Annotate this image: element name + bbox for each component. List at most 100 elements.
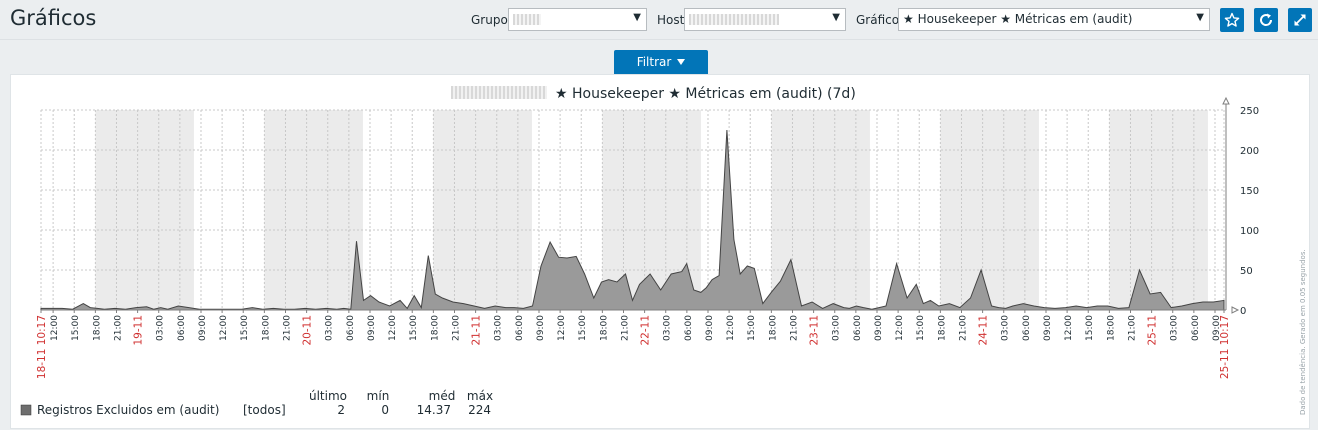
legend-item-avg: 14.37: [417, 403, 451, 417]
x-tick-label: 09:00: [367, 315, 377, 341]
x-tick-label: 23-11: [809, 315, 821, 346]
group-select[interactable]: ▼: [508, 8, 647, 31]
x-tick-label: 03:00: [832, 315, 842, 341]
x-tick-label: 09:00: [198, 315, 208, 341]
host-name-redacted-pattern: [451, 86, 547, 99]
host-select[interactable]: ▼: [684, 8, 846, 31]
off-hours-band: [1109, 110, 1208, 310]
x-tick-label: 06:00: [1022, 315, 1032, 341]
off-hours-band: [940, 110, 1039, 310]
x-tick-label: 06:00: [1191, 315, 1201, 341]
y-tick-label: 50: [1240, 266, 1253, 277]
refresh-icon: [1260, 13, 1273, 26]
y-tick-label: 100: [1240, 226, 1259, 237]
x-tick-label: 21:00: [958, 315, 968, 341]
generation-note: Dado de tendência. Gerado em 0.05 segund…: [1299, 249, 1307, 415]
x-tick-label: 18:00: [768, 315, 778, 341]
legend-item-min: 0: [381, 403, 389, 417]
x-tick-label: 03:00: [494, 315, 504, 341]
x-tick-label: 03:00: [325, 315, 335, 341]
chart-title-text: ★ Housekeeper ★ Métricas em (audit) (7d): [555, 86, 856, 102]
y-axis-arrow: [1222, 96, 1230, 105]
graph-panel: ★ Housekeeper ★ Métricas em (audit) (7d)…: [10, 74, 1310, 429]
x-tick-label: 22-11: [640, 315, 652, 346]
graph-label: Gráfico: [856, 13, 900, 27]
legend: último mín méd máx Registros Excluidos e…: [20, 389, 493, 417]
x-tick-label: 18:00: [430, 315, 440, 341]
x-tick-label: 06:00: [515, 315, 525, 341]
filter-button-label: Filtrar: [636, 55, 672, 69]
x-tick-label: 15:00: [916, 315, 926, 341]
x-tick-label: 25-11: [1147, 315, 1159, 346]
y-tick-label: 150: [1240, 186, 1259, 197]
x-tick-label: 12:00: [219, 315, 229, 341]
filter-toggle-button[interactable]: Filtrar: [614, 50, 708, 74]
x-tick-label: 21:00: [282, 315, 292, 341]
legend-item-max: 224: [468, 403, 491, 417]
x-tick-label: 21:00: [620, 315, 630, 341]
off-hours-band: [433, 110, 532, 310]
refresh-button[interactable]: [1254, 8, 1278, 32]
x-tick-label: 18:00: [92, 315, 102, 341]
x-tick-label: 12:00: [388, 315, 398, 341]
chevron-down-icon: ▼: [1196, 12, 1204, 23]
x-tick-label: 21:00: [113, 315, 123, 341]
x-tick-label: 21-11: [471, 315, 483, 346]
y-tick-label: 0: [1240, 306, 1246, 317]
chevron-down-icon: ▼: [832, 12, 840, 23]
x-tick-label: 06:00: [177, 315, 187, 341]
x-tick-label: 18-11 10:17: [36, 315, 48, 379]
x-tick-label: 06:00: [346, 315, 356, 341]
x-tick-label: 19-11: [133, 315, 145, 346]
x-tick-label: 12:00: [50, 315, 60, 341]
x-tick-label: 06:00: [684, 315, 694, 341]
legend-header-min: mín: [367, 389, 390, 403]
x-tick-label: 03:00: [1170, 315, 1180, 341]
x-tick-label: 12:00: [895, 315, 905, 341]
graph-select[interactable]: ★ Housekeeper ★ Métricas em (audit) ▼: [898, 8, 1210, 31]
graph-select-value: ★ Housekeeper ★ Métricas em (audit): [903, 12, 1133, 26]
x-tick-label: 03:00: [663, 315, 673, 341]
x-tick-label: 18:00: [937, 315, 947, 341]
x-tick-labels: 18-11 10:17 12:00 15:00 18:00 21:00 19-11 03:0…: [36, 315, 1231, 379]
x-tick-label: 15:00: [578, 315, 588, 341]
legend-item-func: [todos]: [243, 403, 286, 417]
legend-header-avg: méd: [429, 389, 456, 403]
host-label: Host: [657, 13, 685, 27]
x-tick-label: 21:00: [1127, 315, 1137, 341]
y-tick-label: 200: [1240, 146, 1259, 157]
add-to-favorites-button[interactable]: [1220, 8, 1244, 32]
x-tick-label: 09:00: [1043, 315, 1053, 341]
x-tick-label: 09:00: [874, 315, 884, 341]
x-tick-label: 21:00: [789, 315, 799, 341]
fullscreen-button[interactable]: [1288, 8, 1312, 32]
x-tick-label: 09:00: [705, 315, 715, 341]
legend-item-name: Registros Excluidos em (audit): [37, 403, 219, 417]
page-title: Gráficos: [10, 6, 97, 30]
legend-swatch: [20, 404, 32, 416]
x-tick-label: 15:00: [1085, 315, 1095, 341]
x-tick-label: 15:00: [71, 315, 81, 341]
chevron-down-icon: [677, 59, 686, 65]
x-axis-arrow: [1231, 306, 1240, 314]
x-tick-label: 18:00: [261, 315, 271, 341]
x-tick-label: 18:00: [599, 315, 609, 341]
x-tick-label: 12:00: [557, 315, 567, 341]
x-tick-label: 12:00: [1064, 315, 1074, 341]
off-hours-band: [95, 110, 194, 310]
host-value-redacted: [689, 14, 779, 25]
x-tick-label: 15:00: [240, 315, 250, 341]
fullscreen-icon: [1294, 14, 1306, 26]
x-tick-label: 20-11: [302, 315, 314, 346]
x-tick-label: 24-11: [978, 315, 990, 346]
y-tick-label: 250: [1240, 106, 1259, 117]
legend-item-last: 2: [337, 403, 345, 417]
x-tick-label: 03:00: [156, 315, 166, 341]
chevron-down-icon: ▼: [633, 12, 641, 23]
x-tick-label: 18:00: [1106, 315, 1116, 341]
x-tick-label: 21:00: [451, 315, 461, 341]
x-tick-label: 09:00: [536, 315, 546, 341]
x-tick-label: 15:00: [747, 315, 757, 341]
x-tick-label: 06:00: [853, 315, 863, 341]
header-divider: [0, 39, 1318, 40]
